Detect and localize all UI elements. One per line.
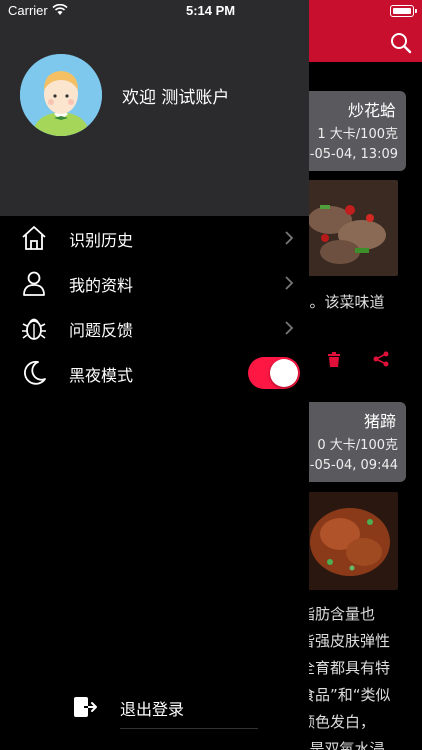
welcome-text: 欢迎 测试账户	[122, 88, 230, 108]
food-description: 1是双氧水浸	[300, 740, 385, 750]
food-calories: 1 大卡/100克	[317, 127, 398, 142]
food-date: -05-04, 13:09	[309, 147, 398, 162]
food-name: 炒花蛤	[347, 101, 396, 120]
avatar[interactable]	[20, 54, 102, 136]
food-calories: 0 大卡/100克	[317, 438, 398, 453]
delete-icon[interactable]	[325, 350, 343, 368]
share-icon[interactable]	[372, 350, 390, 368]
home-icon	[22, 226, 46, 250]
logout-icon	[74, 697, 97, 717]
menu-item-label: 我的资料	[69, 276, 134, 295]
wifi-icon	[52, 4, 68, 15]
food-description: 食品”和“类似	[300, 686, 391, 704]
menu-item-profile[interactable]: 我的资料	[0, 261, 309, 305]
food-description: 脂肪含量也	[300, 605, 376, 623]
food-description: 皆强皮肤弹性	[300, 632, 391, 650]
battery-level	[392, 7, 411, 14]
chevron-right-icon	[285, 231, 294, 245]
moon-icon	[24, 360, 46, 385]
status-bar: Carrier 5:14 PM	[0, 0, 422, 22]
user-icon	[23, 271, 45, 296]
food-photo[interactable]	[300, 180, 398, 276]
bug-icon	[22, 318, 46, 340]
battery-icon	[390, 5, 417, 17]
menu-item-history[interactable]: 识别历史	[0, 216, 309, 260]
menu-item-label: 识别历史	[69, 231, 134, 250]
divider	[120, 728, 258, 729]
menu-item-label: 问题反馈	[69, 321, 134, 340]
menu-item-feedback[interactable]: 问题反馈	[0, 306, 309, 350]
logout-button[interactable]: 退出登录	[60, 686, 280, 730]
menu-item-label: 黑夜模式	[69, 366, 134, 385]
carrier-label: Carrier	[8, 3, 48, 18]
food-name: 猪蹄	[363, 412, 396, 431]
avatar-image	[20, 54, 102, 136]
food-description: 颜色发白，	[300, 713, 376, 731]
food-date: -05-04, 09:44	[309, 458, 398, 473]
side-drawer: 欢迎 测试账户 识别历史 我的资料 问题反馈 黑夜模式 退出登录	[0, 0, 309, 750]
food-photo[interactable]	[300, 492, 398, 590]
food-card-header[interactable]: 炒花蛤 1 大卡/100克 -05-04, 13:09	[300, 91, 406, 171]
dark-mode-toggle[interactable]	[248, 357, 300, 389]
clock: 5:14 PM	[186, 3, 236, 18]
food-card-header[interactable]: 猪蹄 0 大卡/100克 -05-04, 09:44	[300, 402, 406, 482]
drawer-header: 欢迎 测试账户	[0, 0, 309, 216]
food-description: 5。该菜味道	[300, 293, 385, 311]
logout-label: 退出登录	[120, 700, 185, 719]
search-icon[interactable]	[390, 32, 412, 54]
toggle-knob	[270, 359, 298, 387]
chevron-right-icon	[285, 321, 294, 335]
chevron-right-icon	[285, 276, 294, 290]
food-description: 全育都具有特	[300, 659, 391, 677]
